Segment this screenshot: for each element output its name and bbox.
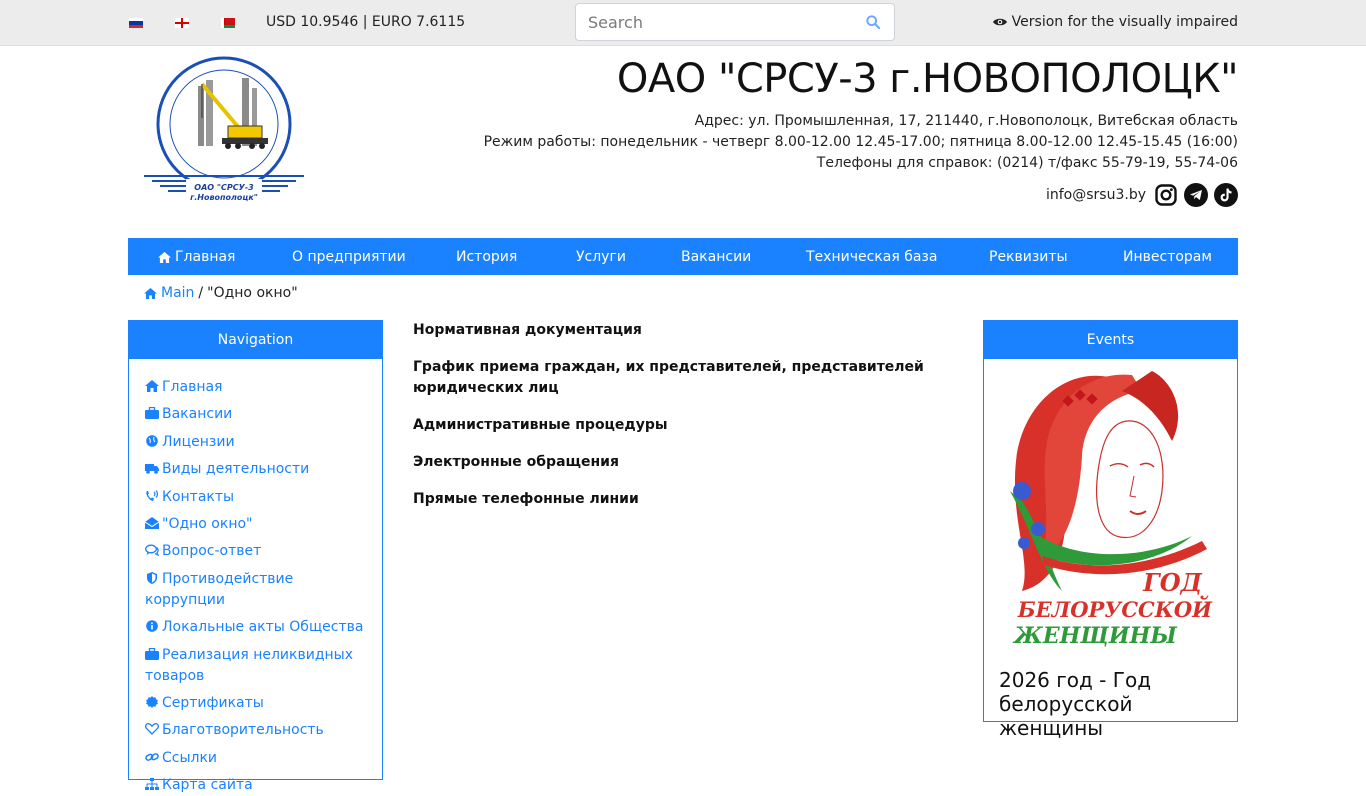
nav-item-investors[interactable]: Инвесторам [1123, 249, 1212, 265]
sidebar-item-label: "Одно окно" [162, 515, 253, 532]
navigation-panel-title: Navigation [129, 321, 382, 359]
navigation-panel: Navigation Главная Вакансии Лицензии Вид… [128, 320, 383, 793]
contact-phones: Телефоны для справок: (0214) т/факс 55-7… [816, 155, 1238, 171]
home-icon [158, 251, 171, 263]
working-hours: Режим работы: понедельник - четверг 8.00… [483, 134, 1238, 150]
briefcase-icon [145, 647, 159, 660]
search-button[interactable] [858, 8, 888, 36]
sidebar-item-activities[interactable]: Виды деятельности [145, 459, 366, 480]
main-content: Нормативная документация График приема г… [413, 320, 943, 526]
sidebar-item-local-acts[interactable]: Локальные акты Общества [145, 617, 366, 638]
sidebar-item-label: Благотворительность [162, 722, 324, 739]
sidebar-item-label: Сертификаты [162, 694, 264, 711]
envelope-open-icon [145, 516, 159, 529]
logo-text-line2: г.Новополоцк" [190, 193, 258, 202]
breadcrumb-home-link[interactable]: Main [144, 285, 194, 301]
breadcrumb-home-label: Main [161, 285, 195, 301]
sidebar-item-one-window[interactable]: "Одно окно" [145, 514, 366, 535]
sidebar-item-label: Ссылки [162, 749, 218, 766]
sidebar-item-anti-corruption[interactable]: Противодействие коррупции [145, 569, 366, 611]
nav-item-requisites[interactable]: Реквизиты [989, 249, 1068, 265]
nav-item-about[interactable]: О предприятии [292, 249, 406, 265]
briefcase-icon [145, 407, 159, 420]
logo-text-line1: ОАО "СРСУ-3 [194, 183, 254, 192]
search-box [575, 3, 895, 41]
nav-item-vacancies[interactable]: Вакансии [681, 249, 751, 265]
banner-text-god: ГОД [1142, 568, 1202, 597]
sidebar-item-label: Лицензии [162, 433, 235, 450]
sidebar-item-label: Вакансии [162, 406, 233, 423]
sidebar-item-label: Главная [162, 379, 223, 395]
sidebar-item-contacts[interactable]: Контакты [145, 487, 366, 508]
nav-label-home: Главная [175, 249, 236, 265]
truck-icon [145, 464, 159, 474]
sidebar-item-label: Контакты [162, 488, 235, 505]
search-icon [866, 15, 880, 29]
link-reception-schedule[interactable]: График приема граждан, их представителей… [413, 357, 943, 399]
russian-flag-icon[interactable] [129, 18, 143, 28]
sidebar-item-label: Виды деятельности [162, 461, 310, 478]
event-caption[interactable]: 2026 год - Год белорусской женщины [999, 668, 1229, 740]
tiktok-icon[interactable] [1214, 183, 1238, 207]
visually-impaired-label: Version for the visually impaired [1011, 14, 1238, 30]
email-link[interactable]: info@srsu3.by [1046, 187, 1146, 203]
info-circle-icon [146, 620, 158, 632]
sidebar-item-licenses[interactable]: Лицензии [145, 432, 366, 453]
home-icon [144, 287, 157, 299]
company-address: Адрес: ул. Промышленная, 17, 211440, г.Н… [694, 113, 1238, 129]
sidebar-list: Главная Вакансии Лицензии Виды деятельно… [129, 359, 382, 796]
events-panel: Events ГОД БЕЛОРУССКОЙ ЖЕНЩИНЫ 2026 год … [983, 320, 1238, 740]
breadcrumb-current: "Одно окно" [207, 285, 298, 301]
english-flag-icon[interactable] [175, 18, 189, 28]
link-hotlines[interactable]: Прямые телефонные линии [413, 489, 943, 510]
link-admin-procedures[interactable]: Административные процедуры [413, 415, 943, 436]
nav-item-services[interactable]: Услуги [576, 249, 626, 265]
year-of-women-banner[interactable]: ГОД БЕЛОРУССКОЙ ЖЕНЩИНЫ [1002, 361, 1222, 661]
link-icon [145, 752, 159, 761]
sidebar-item-faq[interactable]: Вопрос-ответ [145, 541, 366, 562]
sidebar-item-sitemap[interactable]: Карта сайта [145, 775, 366, 796]
globe-icon [146, 434, 158, 447]
banner-text-zhenshchiny: ЖЕНЩИНЫ [1012, 623, 1177, 649]
heart-icon [145, 723, 159, 736]
sidebar-item-label: Локальные акты Общества [162, 619, 364, 636]
sidebar-item-label: Карта сайта [162, 777, 253, 794]
telegram-icon[interactable] [1184, 183, 1208, 207]
site-title: ОАО "СРСУ-3 г.НОВОПОЛОЦК" [616, 56, 1239, 102]
sidebar-item-links[interactable]: Ссылки [145, 748, 366, 769]
events-panel-title: Events [984, 321, 1237, 359]
sidebar-item-vacancies[interactable]: Вакансии [145, 404, 366, 425]
sidebar-item-label: Противодействие коррупции [145, 570, 294, 608]
contact-row: info@srsu3.by [1046, 183, 1238, 207]
link-electronic-appeals[interactable]: Электронные обращения [413, 452, 943, 473]
belarusian-flag-icon[interactable] [221, 18, 235, 28]
home-icon [145, 380, 159, 392]
company-logo[interactable]: ОАО "СРСУ-3 г.Новополоцк" [142, 54, 306, 208]
eye-icon [992, 18, 1007, 26]
breadcrumb-separator: / [198, 285, 204, 301]
nav-item-history[interactable]: История [456, 249, 517, 265]
sidebar-item-home[interactable]: Главная [145, 377, 366, 398]
comments-icon [145, 544, 159, 557]
sidebar-item-label: Реализация неликвидных товаров [145, 646, 353, 684]
sidebar-item-label: Вопрос-ответ [162, 543, 262, 560]
phone-volume-icon [146, 489, 159, 501]
nav-item-home[interactable]: Главная [158, 249, 235, 265]
sidebar-item-charity[interactable]: Благотворительность [145, 720, 366, 741]
top-bar: USD 10.9546 | EURO 7.6115 Version for th… [0, 0, 1366, 46]
instagram-icon[interactable] [1154, 183, 1178, 207]
visually-impaired-link[interactable]: Version for the visually impaired [992, 14, 1238, 30]
link-normative-docs[interactable]: Нормативная документация [413, 320, 943, 341]
banner-text-belorusskoy: БЕЛОРУССКОЙ [1017, 596, 1213, 622]
sidebar-item-certificates[interactable]: Сертификаты [145, 693, 366, 714]
search-input[interactable] [577, 5, 847, 39]
sitemap-icon [145, 778, 159, 791]
nav-item-technical-base[interactable]: Техническая база [806, 249, 937, 265]
main-navbar: Главная О предприятии История Услуги Вак… [128, 238, 1238, 275]
sidebar-item-illiquid-goods[interactable]: Реализация неликвидных товаров [145, 645, 366, 687]
shield-icon [147, 571, 157, 584]
breadcrumb: Main / "Одно окно" [144, 285, 298, 301]
currency-rates: USD 10.9546 | EURO 7.6115 [266, 14, 466, 30]
certificate-icon [146, 695, 158, 708]
